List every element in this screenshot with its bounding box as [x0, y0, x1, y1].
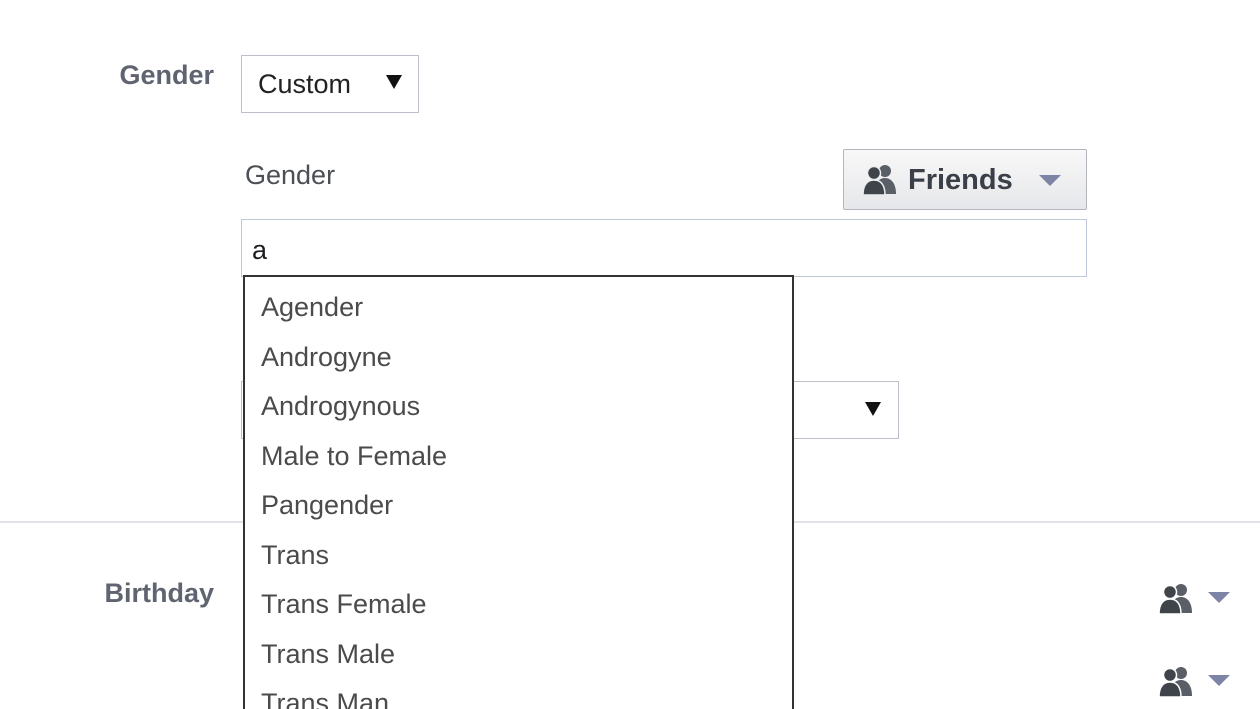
custom-gender-input[interactable]: a: [241, 219, 1087, 277]
chevron-down-icon: [386, 75, 402, 89]
gender-select-value: Custom: [258, 69, 352, 99]
chevron-down-icon: [1208, 675, 1230, 686]
birthday-row-label: Birthday: [104, 578, 214, 608]
chevron-down-icon: [1208, 592, 1230, 603]
suggestion-item[interactable]: Androgynous: [245, 382, 792, 432]
audience-selector-button[interactable]: Friends: [843, 149, 1087, 210]
gender-select[interactable]: Custom: [241, 55, 419, 113]
suggestion-item[interactable]: Agender: [245, 283, 792, 333]
birthday-year-audience-selector[interactable]: [1158, 663, 1238, 699]
suggestion-item[interactable]: Trans Female: [245, 580, 792, 630]
friends-icon: [1158, 584, 1192, 614]
suggestion-item[interactable]: Trans Male: [245, 630, 792, 680]
friends-icon: [862, 165, 896, 195]
birthday-audience-selector[interactable]: [1158, 580, 1238, 616]
gender-suggestions-dropdown: Agender Androgyne Androgynous Male to Fe…: [243, 275, 794, 709]
chevron-down-icon: [1039, 175, 1061, 186]
audience-selector-label: Friends: [908, 164, 1013, 196]
suggestion-item[interactable]: Pangender: [245, 481, 792, 531]
suggestion-item[interactable]: Androgyne: [245, 333, 792, 383]
custom-gender-input-value: a: [252, 235, 268, 265]
chevron-down-icon: [865, 402, 881, 416]
suggestion-item[interactable]: Male to Female: [245, 432, 792, 482]
suggestion-item[interactable]: Trans Man: [245, 679, 792, 709]
suggestion-item[interactable]: Trans: [245, 531, 792, 581]
friends-icon: [1158, 667, 1192, 697]
custom-gender-label: Gender: [245, 160, 336, 190]
gender-row-label: Gender: [119, 60, 214, 90]
